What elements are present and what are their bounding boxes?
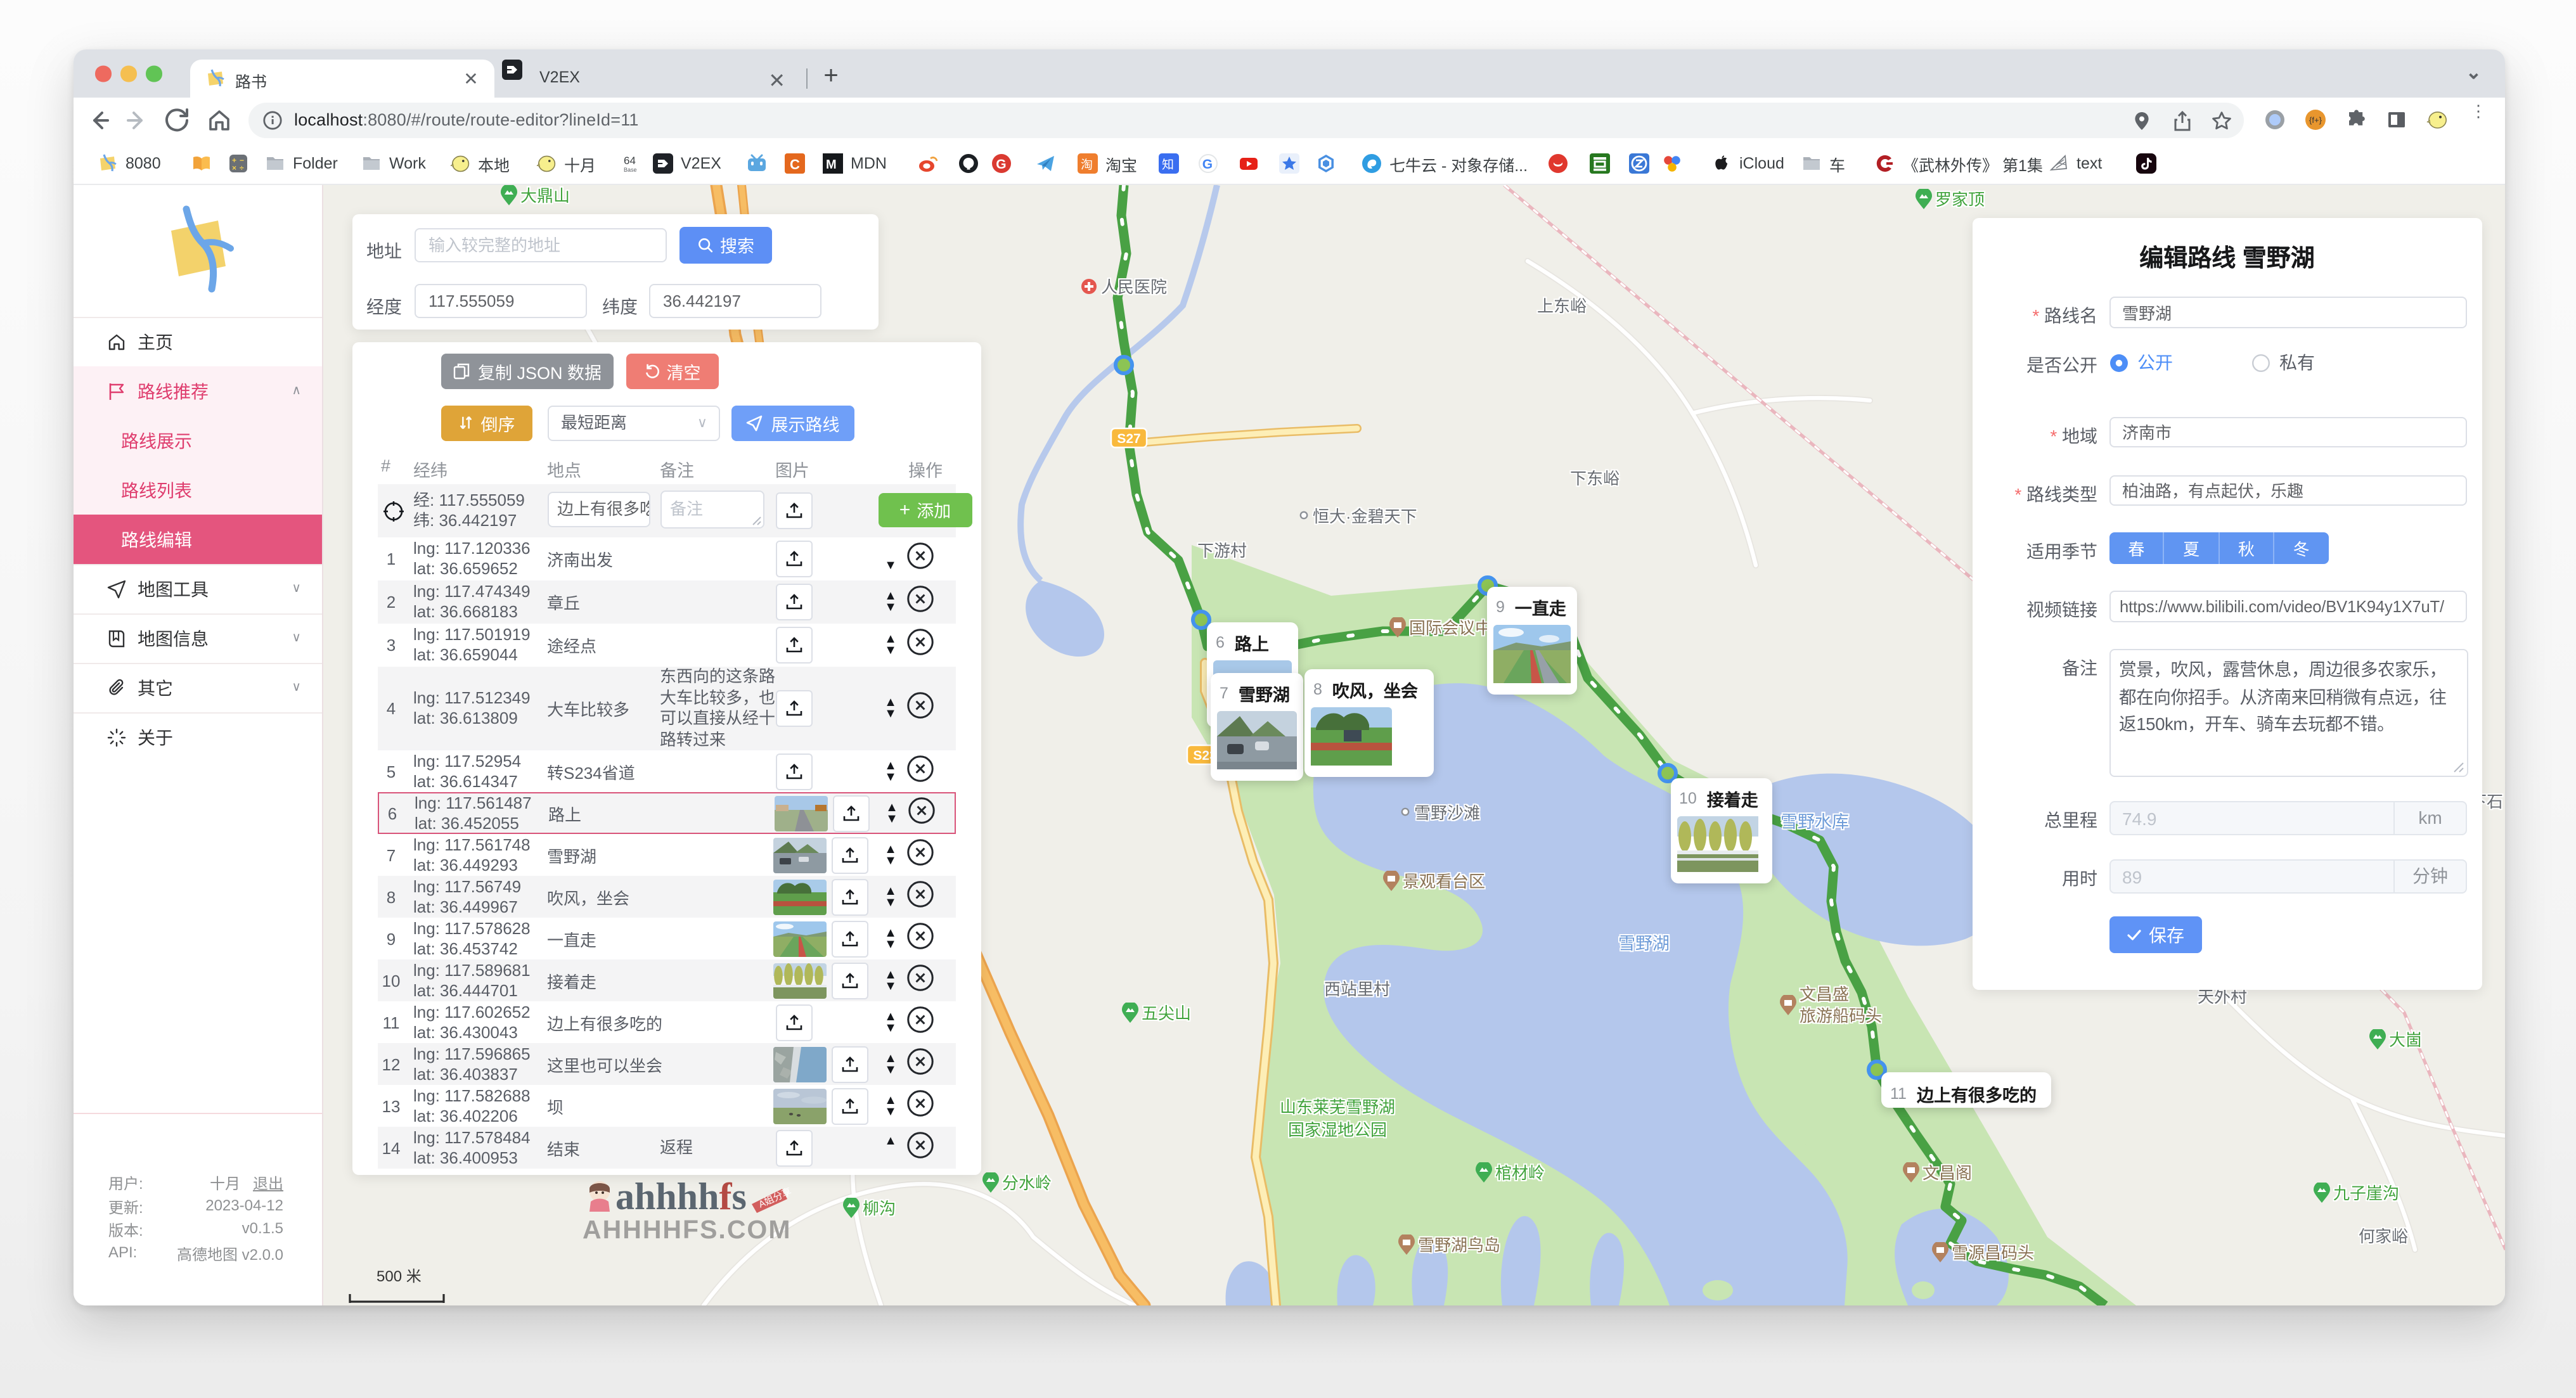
svg-text:64: 64 bbox=[624, 155, 636, 167]
svg-text:S27: S27 bbox=[1116, 432, 1140, 446]
svg-text:{f+}: {f+} bbox=[2309, 115, 2322, 124]
svg-text:淘: 淘 bbox=[1081, 158, 1093, 172]
svg-text:Base: Base bbox=[624, 167, 637, 173]
svg-text:M: M bbox=[826, 158, 837, 172]
svg-text:C: C bbox=[790, 157, 800, 172]
svg-text:G: G bbox=[996, 157, 1006, 172]
svg-text:×: × bbox=[232, 164, 236, 172]
svg-text:知: 知 bbox=[1162, 158, 1174, 172]
svg-text:G: G bbox=[1202, 157, 1213, 172]
svg-text:A姐分享: A姐分享 bbox=[757, 1186, 792, 1210]
svg-text:÷: ÷ bbox=[240, 164, 244, 172]
